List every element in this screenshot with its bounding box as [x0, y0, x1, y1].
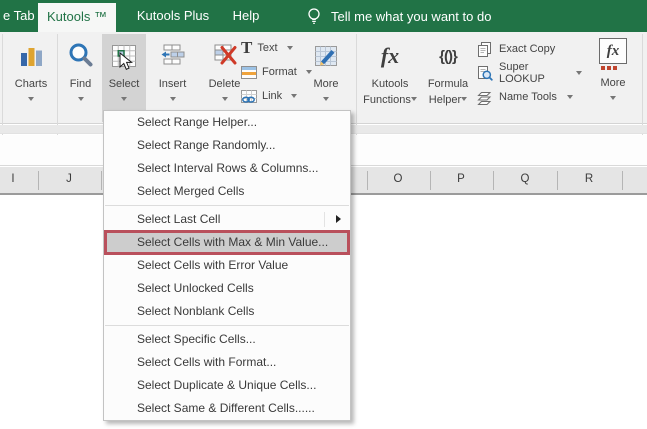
kutools-functions-label: Kutools Functions: [360, 78, 420, 107]
kutools-functions-button[interactable]: fx Kutools Functions: [360, 34, 420, 122]
dropdown-caret-icon: [410, 97, 417, 101]
menu-item-select-cells-error-value[interactable]: Select Cells with Error Value: [104, 254, 350, 277]
link-icon: [241, 89, 257, 104]
tab-partial[interactable]: e Tab: [3, 0, 35, 32]
menu-item-select-merged-cells[interactable]: Select Merged Cells: [104, 180, 350, 203]
magnifier-icon: [60, 37, 101, 75]
tell-me-label: Tell me what you want to do: [331, 8, 492, 24]
dropdown-caret-icon: [286, 46, 293, 50]
super-lookup-label: Super LOOKUP: [499, 61, 545, 85]
lookup-magnifier-icon: [476, 65, 493, 81]
insert-button[interactable]: Insert: [149, 34, 196, 122]
tab-help[interactable]: Help: [224, 0, 268, 32]
select-button[interactable]: Select: [102, 34, 146, 122]
charts-label: Charts: [14, 78, 48, 90]
column-divider: [367, 171, 368, 190]
more-editing-label: More: [313, 78, 339, 90]
menu-item-select-interval-rows-columns[interactable]: Select Interval Rows & Columns...: [104, 157, 350, 180]
tab-kutools-plus[interactable]: Kutools Plus: [126, 0, 220, 32]
ribbon-tab-bar: e Tab Kutools ™ Kutools Plus Help Tell m…: [0, 0, 647, 32]
dropdown-caret-icon: [28, 97, 34, 101]
format-label: Format: [262, 66, 297, 78]
find-button[interactable]: Find: [60, 34, 101, 122]
more-formula-label: More: [600, 77, 626, 89]
dropdown-caret-icon: [566, 95, 573, 99]
menu-item-select-duplicate-unique-cells[interactable]: Select Duplicate & Unique Cells...: [104, 374, 350, 397]
text-label: Text: [257, 42, 278, 54]
menu-item-select-same-different-cells[interactable]: Select Same & Different Cells......: [104, 397, 350, 420]
menu-item-select-cells-max-min-value[interactable]: Select Cells with Max & Min Value...: [104, 230, 350, 255]
menu-item-select-specific-cells[interactable]: Select Specific Cells...: [104, 328, 350, 351]
fx-box-icon: fx: [589, 37, 637, 71]
mouse-cursor: [119, 51, 134, 77]
menu-item-select-range-randomly[interactable]: Select Range Randomly...: [104, 134, 350, 157]
copy-pages-icon: [476, 41, 493, 57]
lightbulb-icon: [306, 6, 322, 26]
super-lookup-button[interactable]: Super LOOKUP: [476, 61, 582, 85]
column-header[interactable]: O: [394, 173, 403, 185]
tell-me-box[interactable]: Tell me what you want to do: [306, 0, 491, 32]
more-formula-button[interactable]: fx More: [589, 34, 637, 122]
column-header[interactable]: P: [457, 173, 465, 185]
column-header[interactable]: J: [66, 173, 72, 185]
exact-copy-label: Exact Copy: [499, 43, 556, 55]
column-divider: [101, 171, 102, 190]
bar-chart-icon: [7, 37, 55, 75]
format-icon: [241, 65, 257, 80]
dropdown-caret-icon: [221, 97, 228, 101]
name-tools-label: Name Tools: [499, 91, 557, 103]
menu-item-select-cells-with-format[interactable]: Select Cells with Format...: [104, 351, 350, 374]
menu-item-select-unlocked-cells[interactable]: Select Unlocked Cells: [104, 277, 350, 300]
column-header[interactable]: I: [11, 173, 14, 185]
formula-helper-label: Formula Helper: [427, 78, 469, 106]
submenu-arrow-icon: [336, 215, 341, 223]
column-header[interactable]: Q: [521, 173, 530, 185]
dropdown-caret-icon: [121, 97, 127, 101]
column-header[interactable]: R: [585, 173, 593, 185]
braces-icon: {()}: [439, 47, 458, 65]
menu-item-select-last-cell[interactable]: Select Last Cell: [104, 208, 350, 231]
charts-button[interactable]: Charts: [7, 34, 55, 122]
excel-window: e Tab Kutools ™ Kutools Plus Help Tell m…: [0, 0, 647, 429]
column-divider: [622, 171, 623, 190]
select-dropdown-menu: Select Range Helper... Select Range Rand…: [103, 110, 351, 421]
column-divider: [557, 171, 558, 190]
dropdown-caret-icon: [291, 94, 298, 98]
name-tags-icon: [476, 89, 493, 105]
column-divider: [38, 171, 39, 190]
insert-cells-icon: [149, 37, 196, 75]
edit-grid-pencil-icon: [303, 37, 349, 75]
menu-item-select-nonblank-cells[interactable]: Select Nonblank Cells: [104, 300, 350, 323]
more-editing-button[interactable]: More: [303, 34, 349, 122]
dropdown-caret-icon: [323, 97, 329, 101]
insert-label: Insert: [158, 78, 187, 90]
fx-icon: fx: [380, 43, 400, 68]
column-divider: [430, 171, 431, 190]
formula-helper-button[interactable]: {()} Formula Helper: [422, 34, 474, 122]
text-icon: T: [241, 38, 253, 57]
dropdown-caret-icon: [576, 71, 582, 75]
dropdown-caret-icon: [169, 97, 176, 101]
exact-copy-button[interactable]: Exact Copy: [476, 38, 582, 60]
menu-item-select-range-helper[interactable]: Select Range Helper...: [104, 111, 350, 134]
link-label: Link: [262, 90, 283, 102]
tab-kutools[interactable]: Kutools ™: [38, 3, 116, 32]
dropdown-caret-icon: [461, 97, 468, 101]
dropdown-caret-icon: [77, 97, 84, 101]
column-divider: [493, 171, 494, 190]
dropdown-caret-icon: [610, 96, 616, 100]
select-label: Select: [108, 78, 140, 90]
find-label: Find: [69, 78, 92, 90]
name-tools-button[interactable]: Name Tools: [476, 86, 582, 108]
